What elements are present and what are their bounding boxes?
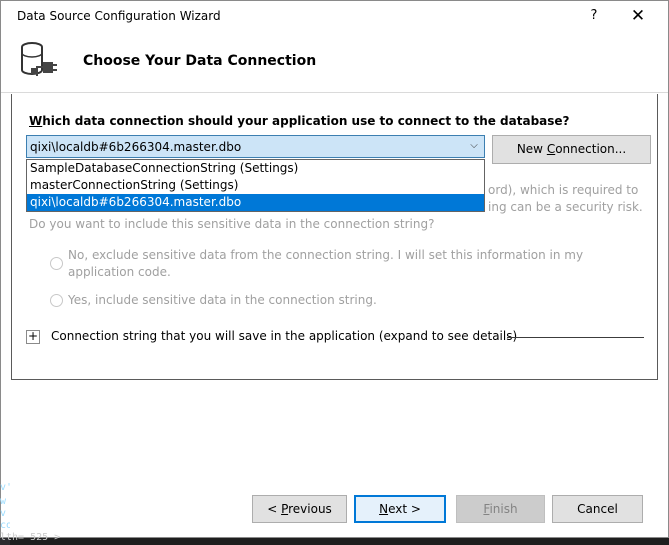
- background-code-line: v': [0, 482, 10, 493]
- chevron-down-icon[interactable]: ⌵: [467, 138, 481, 154]
- include-sensitive-label: Yes, include sensitive data in the conne…: [68, 293, 377, 307]
- new-connection-mnemonic: C: [546, 142, 556, 156]
- finish-button[interactable]: Finish: [456, 495, 545, 523]
- window-title: Data Source Configuration Wizard: [17, 9, 221, 23]
- next-button[interactable]: Next >: [354, 495, 446, 523]
- question-mnemonic: W: [29, 114, 43, 128]
- connection-combobox[interactable]: qixi\localdb#6b266304.master.dbo ⌵: [26, 135, 485, 158]
- wizard-dialog: Data Source Configuration Wizard ? ✕ Cho…: [0, 0, 669, 538]
- info-text-line3: Do you want to include this sensitive da…: [29, 217, 435, 231]
- new-connection-button[interactable]: New Connection...: [492, 135, 651, 164]
- question-text: hich data connection should your applica…: [42, 114, 570, 128]
- connection-string-expander-label: Connection string that you will save in …: [51, 329, 518, 343]
- content-panel: Which data connection should your applic…: [11, 94, 658, 380]
- close-button[interactable]: ✕: [618, 1, 658, 31]
- wizard-footer: < Previous Next > Finish Cancel: [1, 381, 668, 537]
- wizard-header: Choose Your Data Connection: [1, 31, 668, 93]
- title-bar: Data Source Configuration Wizard ? ✕: [1, 1, 668, 31]
- expander-divider: [507, 337, 644, 338]
- database-plug-icon: [21, 42, 57, 76]
- combobox-value: qixi\localdb#6b266304.master.dbo: [30, 140, 242, 154]
- dropdown-option[interactable]: masterConnectionString (Settings): [27, 177, 484, 194]
- previous-label-post: revious: [288, 502, 332, 516]
- new-connection-label-post: onnection...: [555, 142, 627, 156]
- exclude-sensitive-radio[interactable]: [50, 257, 63, 270]
- info-text-line1: ord), which is required to: [488, 183, 639, 197]
- include-sensitive-radio[interactable]: [50, 294, 63, 307]
- page-title: Choose Your Data Connection: [83, 53, 317, 69]
- help-button[interactable]: ?: [574, 1, 614, 31]
- info-text-line2: ing can be a security risk.: [488, 200, 643, 214]
- next-label-post: ext >: [388, 502, 421, 516]
- finish-label-post: inish: [489, 502, 518, 516]
- previous-label-pre: <: [267, 502, 282, 516]
- cancel-button[interactable]: Cancel: [552, 495, 643, 523]
- dropdown-option-selected[interactable]: qixi\localdb#6b266304.master.dbo: [27, 194, 484, 211]
- background-code-line: lth= 525 >: [0, 532, 61, 543]
- dropdown-option[interactable]: SampleDatabaseConnectionString (Settings…: [27, 160, 484, 177]
- exclude-sensitive-label: No, exclude sensitive data from the conn…: [68, 248, 584, 279]
- next-mnemonic: N: [379, 502, 389, 516]
- connection-dropdown-list: SampleDatabaseConnectionString (Settings…: [26, 159, 485, 212]
- previous-button[interactable]: < Previous: [252, 495, 347, 523]
- connection-question: Which data connection should your applic…: [29, 114, 570, 128]
- new-connection-label-pre: New: [516, 142, 547, 156]
- expand-connection-string-button[interactable]: +: [26, 330, 40, 344]
